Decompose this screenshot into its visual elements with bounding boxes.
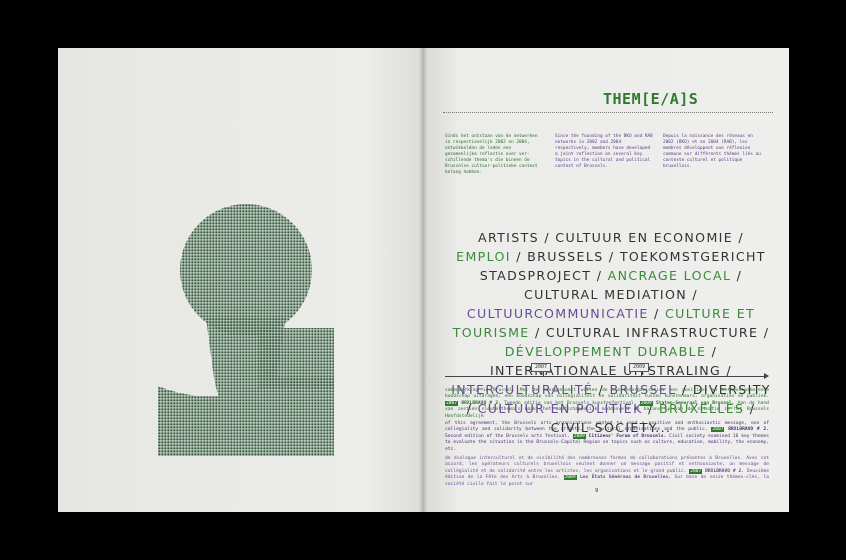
dotted-numeral-2-graphic	[158, 204, 334, 456]
para-en-year-2009: 2009	[572, 433, 586, 439]
para-en-text-c: Second edition of the Brussels arts fest…	[445, 433, 570, 439]
para-fr-event-a: BRXLBRAVO # 2.	[705, 468, 744, 474]
theme-separator: /	[591, 268, 608, 283]
para-en-event-a: BRXLBRAVO # 2.	[728, 427, 769, 433]
theme-item: ARTISTS	[477, 230, 539, 245]
theme-separator: /	[687, 287, 698, 302]
theme-item: CULTURAL INFRASTRUCTURE	[545, 325, 759, 340]
para-en-event-b: Citizens' Forum of Brussels.	[588, 433, 667, 439]
page-number: 9	[595, 488, 599, 494]
title-divider	[443, 112, 773, 113]
theme-separator: /	[758, 325, 770, 340]
timeline: 2007 2009	[445, 361, 769, 381]
para-nl-year-2007: 2007	[445, 400, 459, 406]
para-nl-year-2009: 2009	[639, 400, 653, 406]
theme-separator: /	[603, 249, 620, 264]
theme-separator: /	[731, 268, 743, 283]
theme-separator: /	[538, 230, 556, 245]
theme-item: EMPLOI	[456, 249, 511, 264]
theme-item: CULTUURCOMMUNICATIE	[466, 306, 649, 321]
para-fr-year-2009: 2009	[563, 475, 577, 481]
theme-separator: /	[510, 249, 528, 264]
timeline-axis	[445, 376, 767, 377]
paragraph-french: de dialogue interculturel et de visibili…	[445, 456, 769, 488]
intro-english: Since the founding of the BKO and RAB ne…	[555, 134, 653, 169]
para-nl-event-a: BRXLBRAVO # 2.	[461, 400, 501, 406]
para-fr-event-b: Les États Généraux de Bruxelles.	[580, 475, 672, 481]
para-nl-event-b: Staten-Generaal van Brussel.	[656, 400, 735, 406]
page-title: THEM[E/A]S	[603, 90, 699, 108]
theme-separator: /	[529, 325, 546, 340]
theme-item: DÉVELOPPEMENT DURABLE	[504, 344, 707, 359]
para-fr-year-2007: 2007	[689, 468, 703, 474]
theme-item: BRUSSELS	[527, 249, 604, 264]
paragraph-english: of this agreement, the Brussels arts org…	[445, 421, 769, 453]
intro-french: Depuis la naissance des réseaux en 2002 …	[663, 134, 761, 169]
right-page: THEM[E/A]S Sinds het ontstaan van de net…	[423, 48, 789, 512]
theme-separator: /	[648, 306, 665, 321]
intro-dutch: Sinds het ontstaan van de netwerken in r…	[445, 134, 538, 175]
paragraph-dutch: samenwerking in Brussel. Met de overeenk…	[445, 388, 769, 420]
theme-separator: /	[706, 344, 718, 359]
timeline-year-2007: 2007	[531, 363, 552, 372]
para-nl-text-a: samenwerking in Brussel. Met de overeenk…	[445, 388, 769, 400]
book-gutter	[419, 48, 427, 512]
theme-item: CULTURAL MEDIATION	[524, 287, 688, 302]
timeline-arrow-icon	[764, 373, 769, 379]
timeline-year-2009: 2009	[629, 363, 650, 372]
para-en-year-2007: 2007	[711, 427, 725, 433]
theme-separator: /	[733, 230, 744, 245]
left-page	[58, 48, 423, 512]
para-nl-text-c: Tweede editie van het Brussels kunstenfe…	[504, 400, 637, 406]
theme-item: ANCRAGE LOCAL	[607, 268, 732, 283]
theme-item: CULTUUR EN ECONOMIE	[555, 230, 734, 245]
